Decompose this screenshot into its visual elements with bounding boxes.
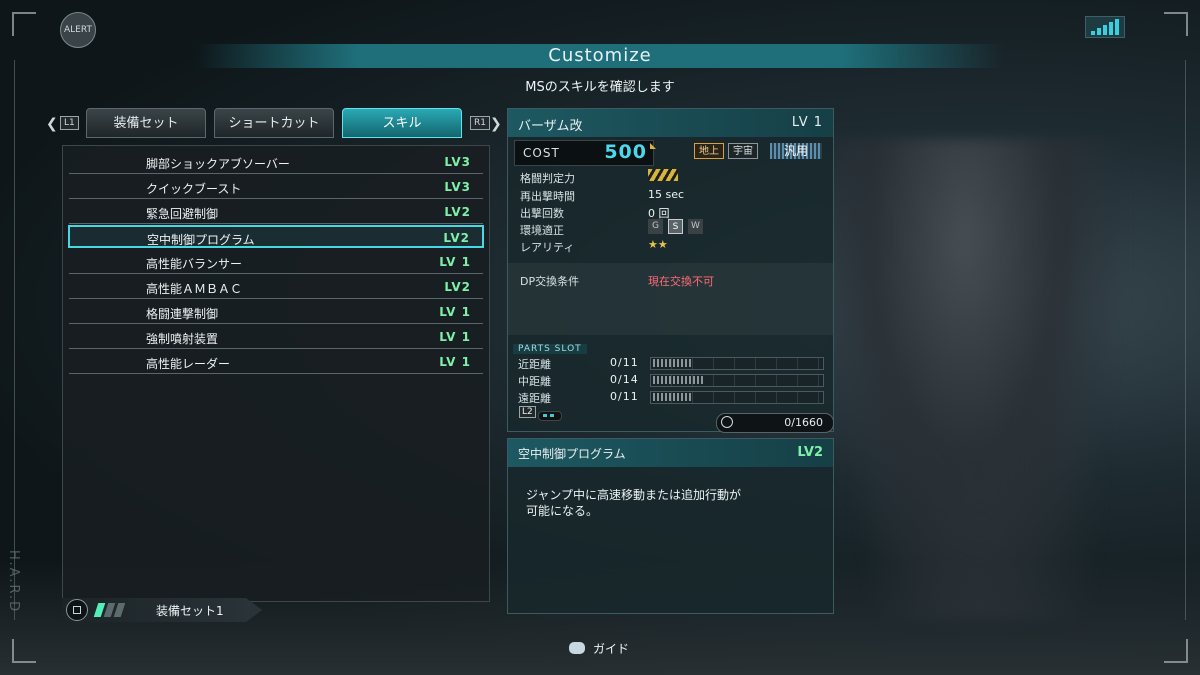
- parts-row: 遠距離 0/11: [514, 389, 824, 405]
- description-header: 空中制御プログラム LV2: [508, 439, 833, 467]
- skill-row[interactable]: 高性能バランサー LV 1: [69, 251, 483, 274]
- skill-name: 緊急回避制御: [146, 207, 219, 221]
- stat-label: 格闘判定力: [520, 172, 575, 185]
- skill-row-selected[interactable]: 空中制御プログラム LV2: [68, 225, 484, 248]
- dp-label: DP交換条件: [520, 275, 580, 288]
- skill-name: 高性能バランサー: [146, 257, 243, 271]
- skill-name: 高性能ＡＭＢＡＣ: [146, 282, 243, 296]
- skill-level: LV 1: [439, 305, 471, 319]
- stat-value: 15 sec: [648, 188, 685, 201]
- skill-row[interactable]: 高性能ＡＭＢＡＣ LV2: [69, 276, 483, 299]
- stat-label: 環境適正: [520, 224, 564, 237]
- parts-label: 中距離: [518, 375, 551, 388]
- signal-strength-icon: [1085, 16, 1125, 38]
- skill-level: LV2: [443, 231, 470, 245]
- l1-button-badge: L1: [60, 116, 79, 130]
- skill-row[interactable]: クイックブースト LV3: [69, 176, 483, 199]
- skill-name: クイックブースト: [146, 182, 242, 196]
- capacity-display: 0/1660: [716, 413, 834, 433]
- tab-shortcut[interactable]: ショートカット: [214, 108, 334, 138]
- cost-label: COST: [523, 146, 560, 160]
- ms-level: LV 1: [791, 115, 823, 130]
- cost-corner-mark: [650, 143, 656, 149]
- page-indicator: [538, 411, 562, 421]
- parts-bar: [650, 391, 824, 404]
- touchpad-button-icon[interactable]: [569, 642, 585, 654]
- frame-corner-br: [1164, 639, 1188, 663]
- alert-icon: ALERT: [60, 12, 96, 48]
- dp-exchange-area: DP交換条件 現在交換不可: [508, 263, 833, 335]
- tab-right-arrow-icon[interactable]: ❯: [490, 116, 502, 132]
- skill-description-panel: 空中制御プログラム LV2 ジャンプ中に高速移動または追加行動が 可能になる。: [507, 438, 834, 614]
- ms-info-panel: バーザム改 LV 1 COST 500 地上 宇宙 汎用 格闘判定力 再出撃時間…: [507, 108, 834, 432]
- skill-name: 格闘連撃制御: [146, 307, 219, 321]
- parts-row: 中距離 0/14: [514, 372, 824, 388]
- skill-name: 脚部ショックアブソーバー: [146, 157, 290, 171]
- guide-label[interactable]: ガイド: [593, 640, 629, 657]
- skill-row[interactable]: 強制噴射装置 LV 1: [69, 326, 483, 349]
- skill-level: LV2: [444, 280, 471, 294]
- stat-label: 出撃回数: [520, 207, 564, 220]
- skill-name: 強制噴射装置: [146, 332, 219, 346]
- square-button-icon[interactable]: [66, 599, 88, 621]
- description-title: 空中制御プログラム: [518, 447, 626, 461]
- env-space-tag: 宇宙: [728, 143, 758, 159]
- env-grade-g: G: [648, 219, 663, 234]
- parts-slot-title: PARTS SLOT: [513, 344, 587, 354]
- frame-left-line: [14, 60, 15, 620]
- background-mech: [830, 140, 1130, 620]
- wrench-icon: [721, 416, 733, 428]
- stat-label: レアリティ: [520, 241, 575, 254]
- page-title: Customize: [196, 44, 1004, 68]
- parts-row: 近距離 0/11: [514, 355, 824, 371]
- env-grade-w: W: [688, 219, 703, 234]
- stat-label: 再出撃時間: [520, 190, 575, 203]
- description-text: ジャンプ中に高速移動または追加行動が 可能になる。: [526, 488, 742, 518]
- loadout-label: 装備セット1: [156, 604, 224, 618]
- skill-level: LV3: [444, 180, 471, 194]
- melee-rank-icon: [648, 169, 678, 181]
- skill-row[interactable]: 緊急回避制御 LV2: [69, 201, 483, 224]
- skill-row[interactable]: 格闘連撃制御 LV 1: [69, 301, 483, 324]
- env-ground-tag: 地上: [694, 143, 724, 159]
- skill-row[interactable]: 脚部ショックアブソーバー LV3: [69, 151, 483, 174]
- capacity-value: 0/1660: [784, 416, 823, 429]
- description-level: LV2: [797, 445, 823, 460]
- cost-box: COST 500: [514, 140, 654, 166]
- r1-button-badge: R1: [470, 116, 490, 130]
- skill-list-panel: 脚部ショックアブソーバー LV3 クイックブースト LV3 緊急回避制御 LV2…: [62, 145, 490, 602]
- skill-row[interactable]: 高性能レーダー LV 1: [69, 351, 483, 374]
- dp-value: 現在交換不可: [648, 275, 714, 288]
- tab-equipment-set[interactable]: 装備セット: [86, 108, 206, 138]
- skill-name: 空中制御プログラム: [147, 233, 255, 247]
- frame-corner-bl: [12, 639, 36, 663]
- ms-header: バーザム改 LV 1: [508, 109, 833, 137]
- parts-label: 遠距離: [518, 392, 551, 405]
- parts-value: 0/14: [610, 373, 639, 386]
- parts-value: 0/11: [610, 356, 639, 369]
- rarity-stars: ★★: [648, 238, 668, 251]
- skill-level: LV 1: [439, 355, 471, 369]
- frame-right-line: [1185, 60, 1186, 620]
- skill-level: LV 1: [439, 330, 471, 344]
- cost-value: 500: [604, 141, 647, 163]
- l2-button-badge: L2: [519, 406, 536, 418]
- skill-level: LV3: [444, 155, 471, 169]
- tab-skill[interactable]: スキル: [342, 108, 462, 138]
- env-grade-s: S: [668, 219, 683, 234]
- parts-label: 近距離: [518, 358, 551, 371]
- page-subtitle: MSのスキルを確認します: [525, 80, 675, 95]
- frame-corner-tr: [1164, 12, 1188, 36]
- parts-bar: [650, 357, 824, 370]
- parts-value: 0/11: [610, 390, 639, 403]
- skill-level: LV 1: [439, 255, 471, 269]
- env-general-tag: 汎用: [770, 143, 822, 159]
- hard-side-text: H.A.R.D: [6, 550, 21, 614]
- skill-name: 高性能レーダー: [146, 357, 231, 371]
- frame-corner-tl: [12, 12, 36, 36]
- skill-level: LV2: [444, 205, 471, 219]
- parts-bar: [650, 374, 824, 387]
- tab-left-arrow-icon[interactable]: ❮: [46, 116, 58, 132]
- ms-name: バーザム改: [518, 119, 583, 134]
